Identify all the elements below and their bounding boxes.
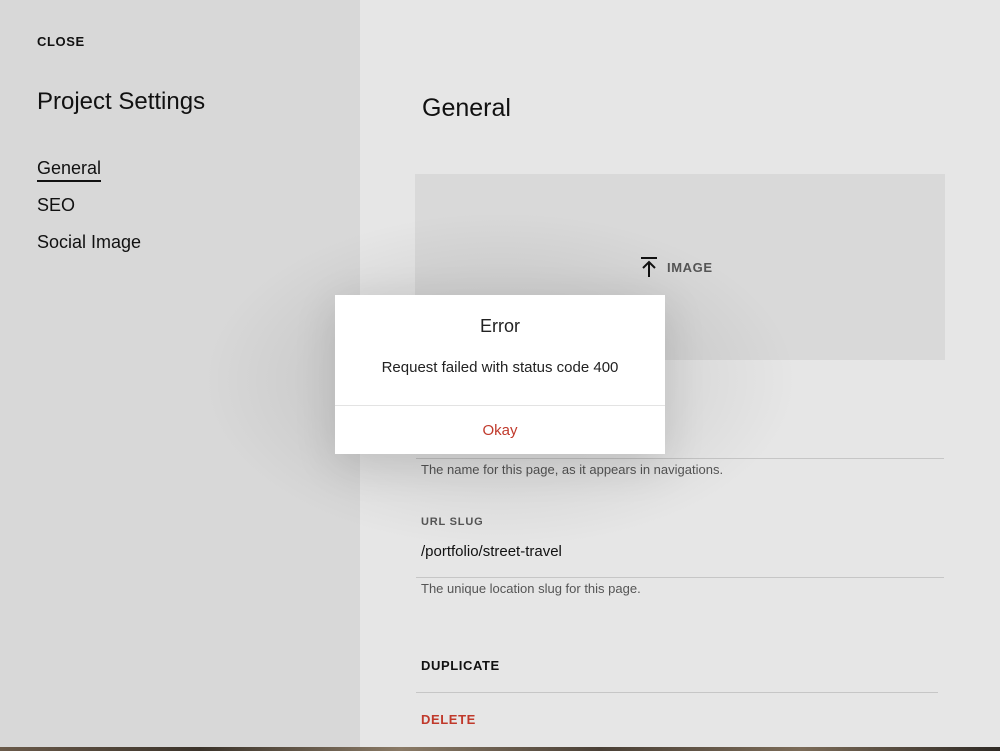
- close-button[interactable]: CLOSE: [37, 34, 85, 49]
- url-slug-input[interactable]: [421, 543, 921, 560]
- image-upload-label: IMAGE: [667, 259, 713, 275]
- delete-button[interactable]: DELETE: [421, 712, 476, 727]
- url-slug-underline: [416, 577, 944, 578]
- nav-item-social-image[interactable]: Social Image: [37, 232, 141, 256]
- image-upload-button[interactable]: IMAGE: [639, 256, 713, 278]
- page-title: General: [422, 94, 511, 122]
- sidebar-title: Project Settings: [37, 88, 206, 115]
- settings-sidebar: CLOSE Project Settings General SEO Socia…: [0, 0, 360, 751]
- actions-divider: [416, 692, 938, 693]
- nav-item-general[interactable]: General: [37, 158, 102, 182]
- upload-icon: [641, 257, 657, 277]
- dialog-message: Request failed with status code 400: [381, 359, 619, 376]
- page-title-helper: The name for this page, as it appears in…: [421, 462, 724, 477]
- url-slug-label: URL SLUG: [421, 516, 484, 528]
- url-slug-helper: The unique location slug for this page.: [421, 581, 641, 596]
- background-image-strip: [0, 747, 1000, 751]
- dialog-title: Error: [480, 316, 520, 336]
- error-dialog: Error Request failed with status code 40…: [335, 295, 665, 454]
- page-title-field-underline: [416, 458, 944, 459]
- settings-nav: General SEO Social Image: [37, 158, 141, 269]
- okay-button[interactable]: Okay: [335, 406, 665, 454]
- nav-item-seo[interactable]: SEO: [37, 195, 75, 219]
- duplicate-button[interactable]: DUPLICATE: [421, 658, 500, 673]
